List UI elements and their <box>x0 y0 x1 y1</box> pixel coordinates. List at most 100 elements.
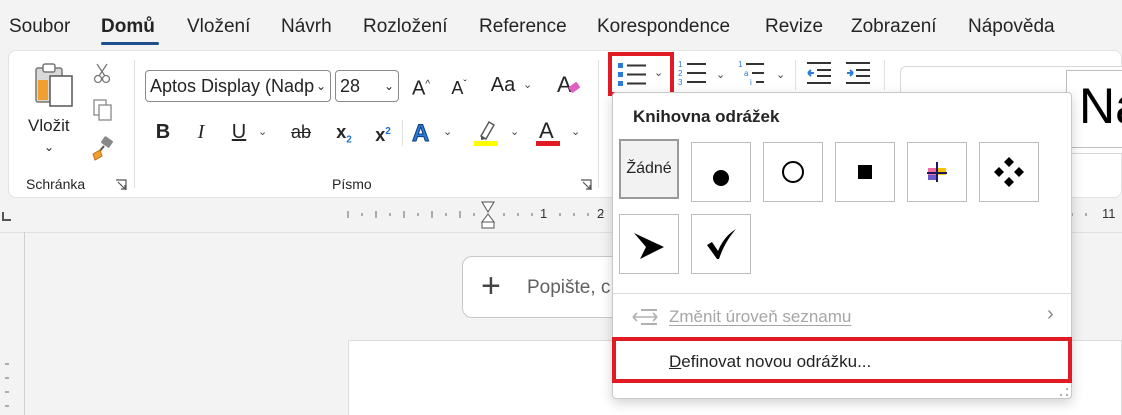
bullet-option-colored-star[interactable] <box>907 142 967 202</box>
arrowhead-icon <box>634 233 664 259</box>
svg-text:A: A <box>557 72 572 97</box>
italic-button[interactable]: I <box>190 117 212 147</box>
bullet-library-title: Knihovna odrážek <box>633 107 780 126</box>
paste-button[interactable]: Vložit ⌄ <box>24 60 84 170</box>
chevron-down-icon[interactable]: ⌄ <box>716 68 725 81</box>
colored-star-icon <box>927 162 947 182</box>
tab-home[interactable]: Domů <box>101 16 155 38</box>
svg-text:A: A <box>412 120 429 146</box>
ribbon-divider <box>884 60 885 90</box>
font-size-combo[interactable]: 28 ⌄ <box>335 70 399 102</box>
font-size-value: 28 <box>340 76 361 96</box>
tab-mailings[interactable]: Korespondence <box>597 16 730 38</box>
bullet-option-none[interactable]: Žádné <box>619 139 679 199</box>
font-family-combo[interactable]: Aptos Display (Nadp ⌄ <box>145 70 331 102</box>
tab-file[interactable]: Soubor <box>9 16 70 38</box>
font-group-label: Písmo <box>332 176 372 192</box>
paste-chevron-icon[interactable]: ⌄ <box>44 140 54 154</box>
svg-text:3: 3 <box>678 78 683 87</box>
cut-icon[interactable] <box>92 62 112 84</box>
vertical-ruler-ticks <box>5 363 9 407</box>
ribbon-divider <box>795 60 796 90</box>
bullet-option-square[interactable] <box>835 142 895 202</box>
clipboard-launcher-icon[interactable] <box>115 179 127 191</box>
clear-formatting-icon[interactable]: A <box>555 70 583 98</box>
bullet-option-arrowhead[interactable] <box>619 214 679 274</box>
chevron-right-icon: › <box>1047 303 1054 325</box>
text-effects-icon[interactable]: A <box>410 118 436 147</box>
ruler-number: 2 <box>597 206 605 221</box>
shrink-font-button[interactable]: Aˇ <box>446 70 472 100</box>
change-case-button[interactable]: Aa <box>488 70 518 100</box>
tab-references[interactable]: Reference <box>479 16 567 38</box>
bullet-option-filled-circle[interactable] <box>691 142 751 202</box>
chevron-down-icon: ⌄ <box>654 67 664 79</box>
chevron-down-icon: ⌄ <box>383 79 394 93</box>
numbered-list-icon[interactable]: 1 2 3 <box>678 58 714 88</box>
dropdown-separator <box>613 293 1071 294</box>
chevron-down-icon[interactable]: ⌄ <box>258 125 267 138</box>
subscript-button[interactable]: x2 <box>333 117 355 147</box>
svg-text:i: i <box>750 78 752 87</box>
ribbon-divider <box>134 60 135 188</box>
bullet-list-icon <box>618 63 646 86</box>
font-color-icon[interactable]: A <box>535 118 561 146</box>
bullet-option-checkmark[interactable] <box>691 214 751 274</box>
clipboard-group-label: Schránka <box>26 176 86 192</box>
plus-icon[interactable]: + <box>481 269 501 303</box>
tab-view[interactable]: Zobrazení <box>851 16 937 38</box>
chevron-down-icon[interactable]: ⌄ <box>443 125 452 138</box>
bullet-option-diamond-cluster[interactable] <box>979 142 1039 202</box>
increase-indent-icon[interactable] <box>844 60 872 86</box>
tab-insert[interactable]: Vložení <box>187 16 250 38</box>
font-family-value: Aptos Display (Nadp <box>150 76 315 96</box>
tab-layout[interactable]: Rozložení <box>363 16 448 38</box>
grow-font-button[interactable]: A^ <box>408 70 434 100</box>
active-tab-indicator <box>101 42 159 45</box>
style-preview-title[interactable]: Na <box>1066 70 1122 148</box>
format-painter-icon[interactable] <box>90 136 116 162</box>
chevron-down-icon[interactable]: ⌄ <box>510 125 519 138</box>
font-launcher-icon[interactable] <box>580 179 592 191</box>
ribbon-tabs: Soubor Domů Vložení Návrh Rozložení Refe… <box>0 0 1122 48</box>
bullet-option-hollow-circle[interactable] <box>763 142 823 202</box>
bold-button[interactable]: B <box>152 117 174 147</box>
multilevel-list-icon[interactable]: 1 a i <box>738 58 774 88</box>
change-list-level-item[interactable]: Změnit úroveň seznamu <box>669 307 851 327</box>
chevron-down-icon[interactable]: ⌄ <box>776 68 785 81</box>
decrease-indent-icon[interactable] <box>805 60 833 86</box>
ruler-number: 11 <box>1102 206 1116 221</box>
chevron-down-icon[interactable]: ⌄ <box>523 78 532 91</box>
diamond-cluster-icon <box>994 157 1024 187</box>
highlight-icon[interactable] <box>473 118 499 146</box>
paste-icon <box>35 63 73 107</box>
tab-review[interactable]: Revize <box>765 16 823 38</box>
chevron-down-icon[interactable]: ⌄ <box>571 125 580 138</box>
checkmark-icon <box>707 229 736 259</box>
chevron-down-icon: ⌄ <box>315 79 326 93</box>
filled-circle-icon <box>713 170 729 186</box>
filled-square-icon <box>858 165 872 179</box>
svg-text:1: 1 <box>738 60 743 69</box>
copy-icon[interactable] <box>92 98 114 122</box>
tab-design[interactable]: Návrh <box>281 16 332 38</box>
paste-label: Vložit <box>28 116 70 135</box>
list-level-icon <box>632 309 658 325</box>
svg-text:a: a <box>744 69 749 78</box>
resize-grip-icon[interactable] <box>1059 387 1069 397</box>
svg-text:2: 2 <box>678 69 683 78</box>
svg-text:1: 1 <box>678 60 683 69</box>
strikethrough-button[interactable]: ab <box>286 117 316 147</box>
bullet-none-label: Žádné <box>626 160 672 177</box>
tab-help[interactable]: Nápověda <box>968 16 1055 38</box>
tab-selector-icon[interactable] <box>2 212 11 221</box>
underline-button[interactable]: U <box>228 117 250 147</box>
vertical-ruler[interactable] <box>24 232 25 415</box>
ribbon-divider <box>598 60 599 188</box>
svg-text:A: A <box>539 118 554 143</box>
superscript-button[interactable]: x2 <box>372 117 394 147</box>
copilot-placeholder: Popište, c <box>527 277 611 298</box>
bullets-button[interactable]: ⌄ <box>608 52 674 96</box>
ruler-number: 1 <box>540 206 548 221</box>
define-new-bullet-highlight <box>612 337 1072 383</box>
